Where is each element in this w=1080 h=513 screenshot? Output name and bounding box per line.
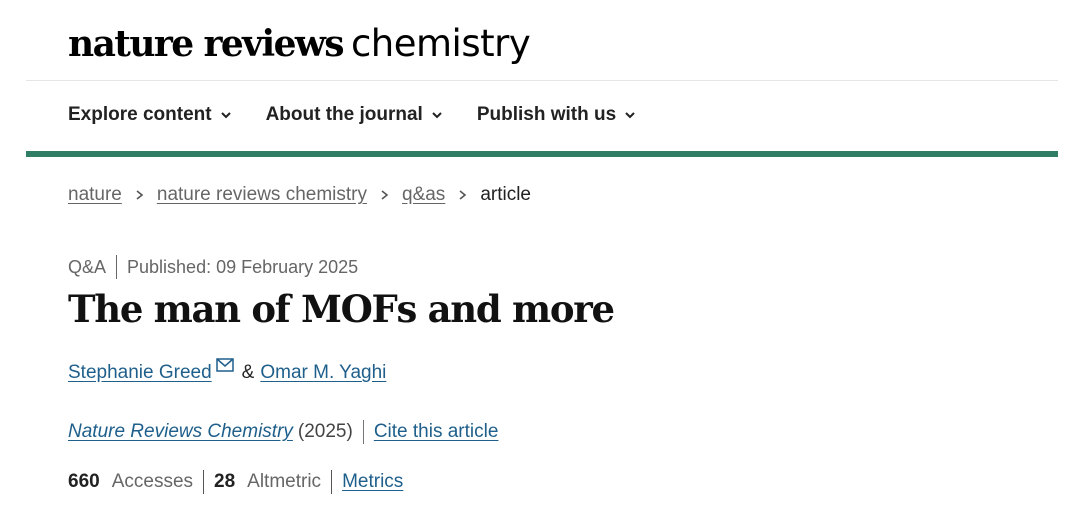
breadcrumb-qas[interactable]: q&as [402, 184, 445, 206]
nav-publish-with-us-label: Publish with us [476, 104, 617, 125]
author-link-yaghi[interactable]: Omar M. Yaghi [260, 362, 386, 384]
divider [331, 470, 333, 494]
nav-publish-with-us[interactable]: Publish with us [477, 104, 636, 126]
nav-explore-content-label: Explore content [68, 104, 212, 125]
nav-about-journal[interactable]: About the journal [266, 104, 443, 126]
breadcrumb-nature-reviews-chemistry[interactable]: nature reviews chemistry [157, 184, 367, 206]
altmetric-count: 28 [214, 471, 236, 492]
accesses-count: 660 [68, 471, 100, 492]
chevron-right-icon [459, 190, 467, 200]
journal-year: (2025) [297, 421, 353, 442]
breadcrumb-nature[interactable]: nature [68, 184, 122, 206]
chevron-down-icon [432, 112, 442, 119]
email-icon[interactable] [215, 358, 234, 372]
divider [203, 470, 205, 494]
article-title: The man of MOFs and more [68, 287, 615, 331]
logo-chemistry: chemistry [350, 22, 531, 65]
article-type: Q&A [68, 256, 107, 277]
citation-line: Nature Reviews Chemistry (2025) Cite thi… [68, 420, 498, 444]
article-meta: Q&A Published: 09 February 2025 [68, 255, 358, 279]
author-link-greed[interactable]: Stephanie Greed [68, 362, 212, 384]
accesses-label: Accesses [111, 471, 194, 492]
cite-article-link[interactable]: Cite this article [374, 421, 499, 443]
journal-logo[interactable]: nature reviews chemistry [68, 22, 531, 65]
article-metrics: 660 Accesses 28 Altmetric Metrics [68, 470, 403, 494]
author-list: Stephanie Greed & Omar M. Yaghi [68, 358, 386, 384]
breadcrumb-current: article [480, 184, 531, 205]
chevron-down-icon [625, 112, 635, 119]
divider [362, 420, 364, 444]
chevron-right-icon [136, 190, 144, 200]
chevron-right-icon [381, 190, 389, 200]
altmetric-label: Altmetric [247, 471, 322, 492]
header-divider [26, 80, 1058, 81]
published-date: Published: 09 February 2025 [127, 256, 359, 277]
breadcrumb: nature nature reviews chemistry q&as art… [68, 184, 531, 206]
journal-link[interactable]: Nature Reviews Chemistry [68, 421, 293, 443]
main-nav: Explore content About the journal Publis… [68, 104, 670, 126]
nav-about-journal-label: About the journal [265, 104, 423, 125]
logo-nature-reviews: nature reviews [68, 23, 345, 65]
author-separator: & [241, 362, 255, 383]
nav-accent-bar [26, 151, 1058, 157]
metrics-link[interactable]: Metrics [342, 471, 403, 493]
chevron-down-icon [220, 112, 231, 119]
divider [116, 255, 118, 279]
nav-explore-content[interactable]: Explore content [68, 104, 232, 126]
